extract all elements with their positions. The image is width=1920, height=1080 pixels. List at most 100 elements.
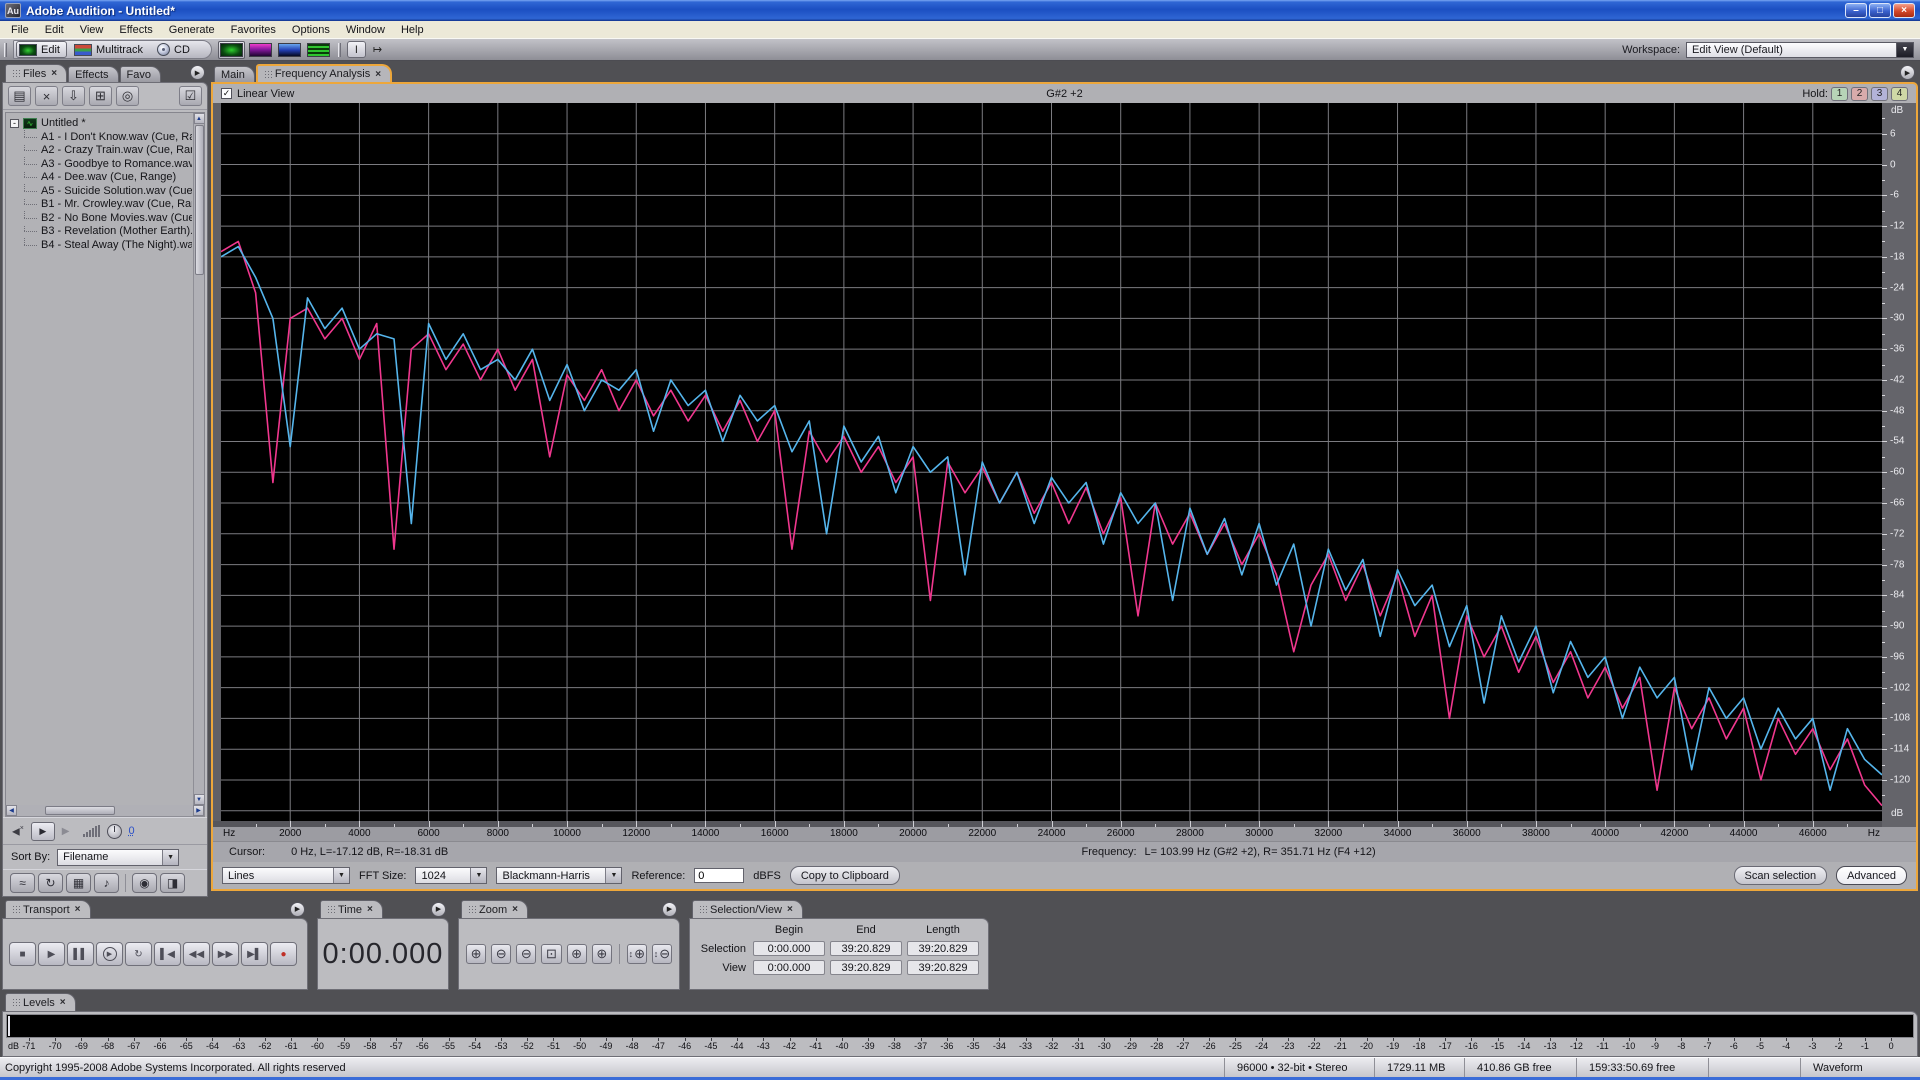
tab-frequency-analysis[interactable]: Frequency Analysis × <box>255 64 393 82</box>
file-item[interactable]: B2 - No Bone Movies.wav (Cue, <box>10 211 192 225</box>
zoom-in-horizontal-button[interactable]: ⊕ <box>466 944 487 964</box>
tab-favo[interactable]: Favo <box>119 66 161 82</box>
zoom-in-right-selection-button[interactable]: ⊕ <box>591 944 612 964</box>
selection-begin-value[interactable]: 0:00.000 <box>753 941 825 956</box>
file-item[interactable]: A3 - Goodbye to Romance.wav ( <box>10 157 192 171</box>
show-loop-files-icon[interactable]: ↻ <box>38 873 63 893</box>
tab-main[interactable]: Main <box>214 66 255 82</box>
file-item[interactable]: B3 - Revelation (Mother Earth).w <box>10 224 192 239</box>
spectral-phase-display-button[interactable] <box>305 41 332 59</box>
zoom-in-left-selection-button[interactable]: ⊕ <box>566 944 587 964</box>
tab-files[interactable]: Files × <box>5 64 68 82</box>
file-item[interactable]: A5 - Suicide Solution.wav (Cue, R <box>10 184 192 198</box>
import-cd-audio-icon[interactable]: ◎ <box>116 86 139 106</box>
menu-options[interactable]: Options <box>284 22 338 38</box>
tab-close-icon[interactable]: × <box>51 68 57 79</box>
auto-play-toggle[interactable]: ▶ <box>30 821 55 841</box>
collapse-icon[interactable]: - <box>10 118 19 128</box>
sort-by-select[interactable]: Filename ▼ <box>57 848 180 866</box>
show-midi-files-icon[interactable]: ♪ <box>94 873 119 893</box>
preview-volume-value[interactable]: 0 <box>129 825 135 837</box>
scrollbar-thumb[interactable] <box>45 806 115 815</box>
hold-1-button[interactable]: 1 <box>1831 86 1848 101</box>
reference-input[interactable] <box>694 868 745 883</box>
quick-cue-icon[interactable]: ◨ <box>160 873 185 893</box>
waveform-display-button[interactable] <box>217 40 245 59</box>
hold-3-button[interactable]: 3 <box>1871 86 1888 101</box>
workspace-select[interactable]: Edit View (Default) ▼ <box>1686 41 1914 58</box>
view-begin-value[interactable]: 0:00.000 <box>753 960 825 975</box>
tab-close-icon[interactable]: × <box>60 997 66 1008</box>
preview-volume-knob[interactable] <box>106 823 122 839</box>
close-file-icon[interactable]: × <box>35 86 58 106</box>
file-tree-root[interactable]: - ∿ Untitled * <box>10 116 192 130</box>
advanced-button[interactable]: Advanced <box>1836 866 1907 885</box>
horizontal-scrollbar[interactable]: ◀ ▶ <box>5 805 205 817</box>
minimize-button[interactable]: – <box>1845 3 1867 18</box>
spectral-frequency-display-button[interactable] <box>247 41 274 59</box>
go-to-end-button[interactable]: ▶▌ <box>241 942 268 966</box>
zoom-out-vertical-button[interactable]: ↕ ⊖ <box>651 944 673 964</box>
scrub-tool[interactable]: ↦ <box>368 41 387 58</box>
view-length-value[interactable]: 39:20.829 <box>907 960 979 975</box>
vertical-scrollbar[interactable]: ▲ ▼ <box>193 113 204 805</box>
tab-close-icon[interactable]: × <box>367 904 373 915</box>
restore-button[interactable]: □ <box>1869 3 1891 18</box>
stop-button[interactable]: ■ <box>9 942 36 966</box>
toolbar-grip[interactable] <box>4 42 7 57</box>
menu-file[interactable]: File <box>3 22 37 38</box>
menu-window[interactable]: Window <box>338 22 393 38</box>
tab-transport[interactable]: Transport × <box>5 900 91 918</box>
linear-view-checkbox[interactable]: ✓ <box>221 88 232 99</box>
panel-menu-button[interactable]: ▶ <box>431 901 446 917</box>
play-button[interactable]: ▶ <box>38 942 65 966</box>
rewind-button[interactable]: ◀◀ <box>183 942 210 966</box>
tab-selection-view[interactable]: Selection/View × <box>692 900 803 918</box>
panel-menu-button[interactable]: ▶ <box>662 901 677 917</box>
chevron-down-icon[interactable]: ▼ <box>333 868 349 883</box>
tab-close-icon[interactable]: × <box>75 904 81 915</box>
play-from-cursor-button[interactable]: ▶ <box>96 942 123 966</box>
zoom-out-full-button[interactable]: ⊖ <box>516 944 537 964</box>
close-button[interactable]: × <box>1893 3 1915 18</box>
tab-time[interactable]: Time × <box>320 900 383 918</box>
file-item[interactable]: B1 - Mr. Crowley.wav (Cue, Rang <box>10 197 192 212</box>
chevron-down-icon[interactable]: ▼ <box>605 868 622 883</box>
edit-view-button[interactable]: Edit <box>16 41 67 58</box>
chevron-down-icon[interactable]: ▼ <box>1896 42 1913 57</box>
import-video-icon[interactable]: ⊞ <box>89 86 112 106</box>
fast-forward-button[interactable]: ▶▶ <box>212 942 239 966</box>
record-button[interactable]: ● <box>270 942 297 966</box>
filter-eye-icon[interactable]: ◉ <box>132 873 157 893</box>
panel-menu-button[interactable]: ▶ <box>190 65 205 80</box>
scrollbar-thumb[interactable] <box>194 125 204 275</box>
tab-levels[interactable]: Levels × <box>5 993 76 1011</box>
selection-end-value[interactable]: 39:20.829 <box>830 941 902 956</box>
fft-size-select[interactable]: 1024 ▼ <box>415 867 488 884</box>
scroll-left-icon[interactable]: ◀ <box>6 805 17 816</box>
scroll-down-icon[interactable]: ▼ <box>193 794 204 805</box>
menu-effects[interactable]: Effects <box>111 22 160 38</box>
chevron-down-icon[interactable]: ▼ <box>470 868 487 883</box>
play-looped-button[interactable]: ↻ <box>125 942 152 966</box>
window-function-select[interactable]: Blackmann-Harris ▼ <box>496 867 623 884</box>
panel-menu-button[interactable]: ▶ <box>1900 65 1915 80</box>
show-options-icon[interactable]: ☑ <box>179 86 202 106</box>
menu-favorites[interactable]: Favorites <box>223 22 284 38</box>
hold-4-button[interactable]: 4 <box>1891 86 1908 101</box>
chevron-down-icon[interactable]: ▼ <box>162 849 179 865</box>
copy-to-clipboard-button[interactable]: Copy to Clipboard <box>789 866 900 885</box>
preview-play-button[interactable]: ▶ <box>62 826 70 837</box>
file-item[interactable]: A2 - Crazy Train.wav (Cue, Rang <box>10 143 192 158</box>
open-file-icon[interactable]: ▤ <box>8 86 31 106</box>
mute-speaker-icon[interactable]: ◀× <box>12 825 24 837</box>
cd-view-button[interactable]: CD <box>154 41 197 58</box>
pause-button[interactable]: ▌▌ <box>67 942 94 966</box>
scroll-right-icon[interactable]: ▶ <box>193 805 204 816</box>
volume-bars-icon[interactable] <box>82 825 100 837</box>
zoom-to-selection-button[interactable]: ⊡ <box>541 944 562 964</box>
spectrum-plot[interactable] <box>221 103 1882 821</box>
panel-menu-button[interactable]: ▶ <box>290 901 305 917</box>
menu-help[interactable]: Help <box>393 22 432 38</box>
tab-zoom[interactable]: Zoom × <box>461 900 528 918</box>
